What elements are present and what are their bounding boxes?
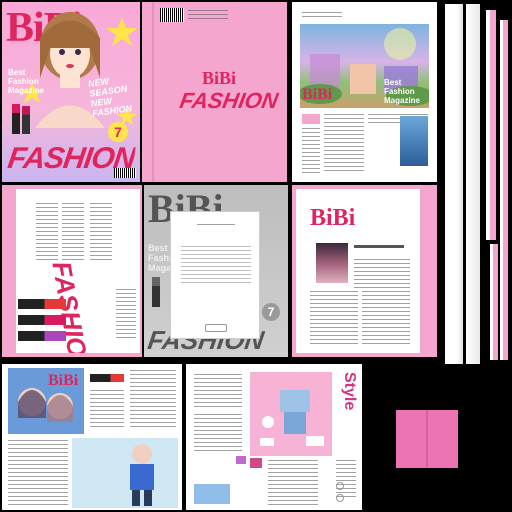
article-brand: BiBi (310, 205, 356, 231)
spread-fashion: FASHION (2, 185, 142, 357)
article-subhead (354, 245, 404, 248)
spine-brand: BiBi (202, 68, 237, 88)
cover-tagline-line: Magazine (8, 86, 45, 95)
dialog-title (197, 224, 235, 228)
gray-cover: BiBi Best Fashion Magazine 7 FASHION (144, 185, 288, 357)
comic-panel-outfit (72, 438, 178, 508)
style-outfit-panel (250, 372, 332, 456)
cover-issue-badge: 7 (108, 122, 128, 142)
body-text (90, 203, 112, 263)
radio-icon[interactable] (336, 482, 344, 490)
body-text (194, 414, 242, 454)
cover-tagline-line: Best (8, 68, 26, 77)
spread-page: FASHION (16, 189, 140, 353)
cover-season-text: NEW SEASON NEW FASHION (87, 73, 132, 119)
body-text (62, 203, 84, 263)
body-text (130, 370, 176, 430)
outfit-flatlay-illustration (260, 390, 324, 446)
lipstick-icon (18, 331, 66, 341)
lipstick-icon (18, 299, 66, 309)
body-text (310, 291, 358, 347)
spine-fold (152, 2, 154, 182)
window-photo (400, 116, 428, 166)
back-cover: BiBi FASHION (142, 2, 287, 182)
dialog-panel (170, 211, 260, 339)
cover-tagline: Best Fashion Magazine (8, 68, 44, 95)
scene-tagline-line: Best (384, 78, 402, 87)
spine-strip (486, 10, 496, 240)
scene-page: BiBi Best Fashion Magazine (292, 2, 437, 182)
body-text (354, 259, 410, 289)
page-header-text (302, 12, 342, 18)
spine-strip (466, 4, 480, 364)
comic-outfit-illustration (130, 444, 154, 506)
scene-tagline-line: Magazine (384, 96, 421, 105)
body-text (268, 460, 318, 506)
style-page: Style (186, 364, 362, 510)
magazine-cover: BiBi Best Fashion Magazine NEW SEASON NE… (2, 2, 140, 182)
dialog-ok-button[interactable] (205, 324, 227, 332)
spine-strip (445, 4, 463, 364)
scene-brand: BiBi (302, 86, 333, 103)
body-text (362, 291, 410, 347)
cover-issue-number: 7 (114, 124, 122, 140)
pink-book-swatch (396, 410, 458, 468)
comic-girls-illustration (18, 388, 73, 422)
spine-headline: FASHION (177, 88, 281, 113)
gray-cover-issue-badge: 7 (262, 303, 280, 321)
body-text (302, 128, 320, 174)
gray-cover-issue-number: 7 (267, 305, 275, 319)
cover-barcode (114, 168, 136, 178)
accessory-bag-icon (250, 458, 262, 468)
spine-strip (490, 244, 498, 360)
article-page: BiBi (292, 185, 437, 357)
lipstick-icon (12, 104, 20, 134)
body-text (324, 114, 364, 174)
comic-panel-portrait: BiBi (8, 368, 84, 434)
radio-icon[interactable] (336, 494, 344, 502)
comic-page: BiBi (2, 364, 182, 510)
body-text (90, 390, 124, 430)
accessory-bag-icon (236, 456, 246, 464)
lipstick-icon (18, 315, 66, 325)
lipstick-icon (152, 277, 160, 307)
dialog-body-text (181, 246, 251, 286)
back-barcode (160, 8, 184, 22)
scene-tagline-line: Fashion (384, 87, 415, 96)
style-heading: Style (341, 372, 358, 411)
body-text (116, 289, 136, 339)
scene-illustration: BiBi Best Fashion Magazine (300, 24, 429, 108)
blue-swatch (194, 484, 230, 504)
body-text (194, 374, 242, 410)
pink-thumb (302, 114, 320, 124)
scene-tagline: Best Fashion Magazine (384, 78, 420, 105)
lipstick-icon (90, 374, 124, 382)
spine-strip (500, 20, 508, 360)
article-photo (316, 243, 348, 283)
cover-tagline-line: Fashion (8, 77, 39, 86)
swatch-fold (426, 410, 428, 468)
back-fine-print (188, 10, 228, 20)
body-text (36, 203, 58, 263)
lipstick-icon (22, 106, 30, 134)
article-sheet: BiBi (296, 189, 420, 353)
body-text (8, 440, 68, 506)
